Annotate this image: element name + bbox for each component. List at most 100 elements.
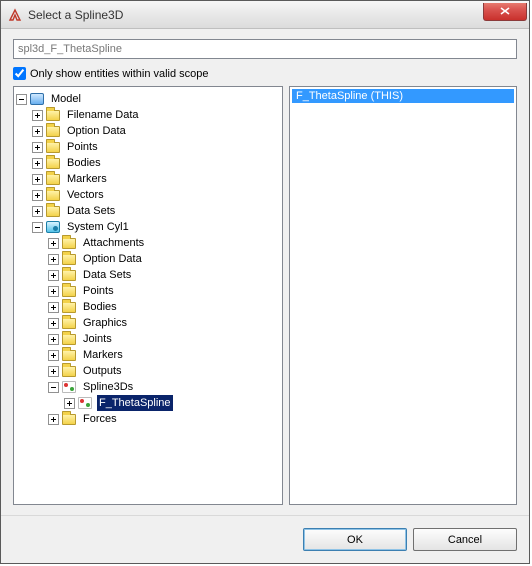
folder-icon bbox=[46, 156, 62, 170]
expand-icon[interactable] bbox=[64, 398, 75, 409]
tree-node[interactable]: Points bbox=[32, 139, 280, 155]
expand-icon[interactable] bbox=[48, 238, 59, 249]
button-row: OK Cancel bbox=[1, 515, 529, 563]
entity-name-input[interactable] bbox=[13, 39, 517, 59]
expand-icon[interactable] bbox=[48, 302, 59, 313]
tree-label[interactable]: Model bbox=[49, 91, 83, 107]
list-item-selected[interactable]: F_ThetaSpline (THIS) bbox=[292, 89, 514, 103]
tree-node-model[interactable]: Model bbox=[16, 91, 280, 107]
scope-checkbox-row[interactable]: Only show entities within valid scope bbox=[13, 67, 517, 80]
tree-node[interactable]: Bodies bbox=[32, 155, 280, 171]
folder-icon bbox=[46, 108, 62, 122]
tree-node[interactable]: Data Sets bbox=[32, 203, 280, 219]
folder-icon bbox=[62, 268, 78, 282]
tree-label[interactable]: Bodies bbox=[65, 155, 103, 171]
expand-icon[interactable] bbox=[32, 142, 43, 153]
tree-node-system[interactable]: System Cyl1 bbox=[32, 219, 280, 235]
tree-pane[interactable]: Model Filename Data Option Data Points B… bbox=[13, 86, 283, 505]
expand-icon[interactable] bbox=[32, 190, 43, 201]
tree-node[interactable]: Forces bbox=[48, 411, 280, 427]
dialog-body: Only show entities within valid scope Mo… bbox=[1, 29, 529, 515]
tree-label-selected[interactable]: F_ThetaSpline bbox=[97, 395, 173, 411]
tree-node[interactable]: Joints bbox=[48, 331, 280, 347]
folder-icon bbox=[62, 316, 78, 330]
tree-label[interactable]: Points bbox=[81, 283, 116, 299]
expand-icon[interactable] bbox=[48, 270, 59, 281]
expand-icon[interactable] bbox=[32, 110, 43, 121]
expand-icon[interactable] bbox=[48, 286, 59, 297]
folder-icon bbox=[62, 252, 78, 266]
folder-icon bbox=[62, 236, 78, 250]
tree-node[interactable]: Outputs bbox=[48, 363, 280, 379]
collapse-icon[interactable] bbox=[16, 94, 27, 105]
model-icon bbox=[30, 92, 46, 106]
tree-node[interactable]: Markers bbox=[32, 171, 280, 187]
expand-icon[interactable] bbox=[48, 414, 59, 425]
system-icon bbox=[46, 220, 62, 234]
expand-icon[interactable] bbox=[48, 318, 59, 329]
tree-label[interactable]: Points bbox=[65, 139, 100, 155]
tree-node[interactable]: Data Sets bbox=[48, 267, 280, 283]
folder-icon bbox=[62, 364, 78, 378]
app-icon bbox=[7, 7, 23, 23]
dialog-window: Select a Spline3D Only show entities wit… bbox=[0, 0, 530, 564]
ok-button[interactable]: OK bbox=[303, 528, 407, 551]
tree-label[interactable]: Joints bbox=[81, 331, 114, 347]
scope-checkbox[interactable] bbox=[13, 67, 26, 80]
tree-label[interactable]: Vectors bbox=[65, 187, 106, 203]
tree-node[interactable]: Attachments bbox=[48, 235, 280, 251]
folder-icon bbox=[62, 412, 78, 426]
window-title: Select a Spline3D bbox=[28, 8, 483, 22]
expand-icon[interactable] bbox=[48, 350, 59, 361]
tree-label[interactable]: Bodies bbox=[81, 299, 119, 315]
scope-checkbox-label: Only show entities within valid scope bbox=[30, 68, 209, 80]
collapse-icon[interactable] bbox=[48, 382, 59, 393]
tree-label[interactable]: System Cyl1 bbox=[65, 219, 131, 235]
tree-node-splines[interactable]: Spline3Ds bbox=[48, 379, 280, 395]
folder-icon bbox=[62, 284, 78, 298]
tree-label[interactable]: Graphics bbox=[81, 315, 129, 331]
collapse-icon[interactable] bbox=[32, 222, 43, 233]
folder-icon bbox=[46, 172, 62, 186]
tree-label[interactable]: Option Data bbox=[81, 251, 144, 267]
expand-icon[interactable] bbox=[32, 206, 43, 217]
tree-label[interactable]: Markers bbox=[65, 171, 109, 187]
tree-label[interactable]: Spline3Ds bbox=[81, 379, 135, 395]
folder-icon bbox=[62, 300, 78, 314]
folder-icon bbox=[62, 332, 78, 346]
tree-node[interactable]: Option Data bbox=[48, 251, 280, 267]
tree-node[interactable]: Option Data bbox=[32, 123, 280, 139]
folder-icon bbox=[46, 124, 62, 138]
tree-label[interactable]: Data Sets bbox=[81, 267, 133, 283]
list-pane[interactable]: F_ThetaSpline (THIS) bbox=[289, 86, 517, 505]
expand-icon[interactable] bbox=[48, 334, 59, 345]
folder-icon bbox=[46, 204, 62, 218]
tree-node[interactable]: Vectors bbox=[32, 187, 280, 203]
tree-label[interactable]: Outputs bbox=[81, 363, 124, 379]
cancel-button[interactable]: Cancel bbox=[413, 528, 517, 551]
folder-icon bbox=[46, 140, 62, 154]
tree-node-ftheta[interactable]: F_ThetaSpline bbox=[64, 395, 280, 411]
expand-icon[interactable] bbox=[32, 126, 43, 137]
tree-label[interactable]: Markers bbox=[81, 347, 125, 363]
titlebar: Select a Spline3D bbox=[1, 1, 529, 29]
tree-label[interactable]: Data Sets bbox=[65, 203, 117, 219]
folder-icon bbox=[62, 348, 78, 362]
spline-icon bbox=[78, 396, 94, 410]
expand-icon[interactable] bbox=[32, 158, 43, 169]
expand-icon[interactable] bbox=[48, 254, 59, 265]
tree-label[interactable]: Forces bbox=[81, 411, 119, 427]
expand-icon[interactable] bbox=[32, 174, 43, 185]
spline-icon bbox=[62, 380, 78, 394]
tree-node[interactable]: Bodies bbox=[48, 299, 280, 315]
tree-node[interactable]: Graphics bbox=[48, 315, 280, 331]
close-button[interactable] bbox=[483, 3, 527, 21]
tree-node[interactable]: Points bbox=[48, 283, 280, 299]
tree-label[interactable]: Attachments bbox=[81, 235, 146, 251]
panes-container: Model Filename Data Option Data Points B… bbox=[13, 86, 517, 505]
tree-node[interactable]: Filename Data bbox=[32, 107, 280, 123]
tree-label[interactable]: Option Data bbox=[65, 123, 128, 139]
tree-label[interactable]: Filename Data bbox=[65, 107, 141, 123]
expand-icon[interactable] bbox=[48, 366, 59, 377]
tree-node[interactable]: Markers bbox=[48, 347, 280, 363]
